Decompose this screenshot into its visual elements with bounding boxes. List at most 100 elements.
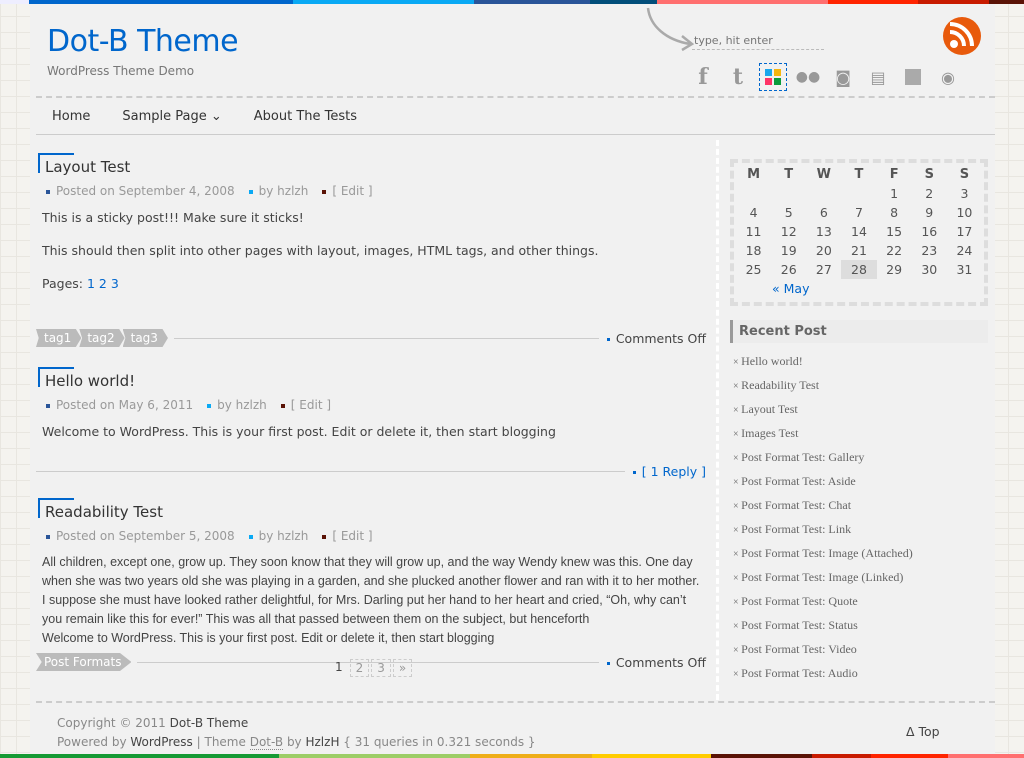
gallery-icon[interactable] [900, 64, 926, 90]
site-link[interactable]: Dot-B Theme [170, 716, 249, 730]
calendar-weekday: S [924, 167, 934, 182]
calendar-day: 3 [960, 186, 969, 201]
site-title[interactable]: Dot-B Theme [47, 24, 239, 59]
calendar-day: 2 [925, 186, 934, 201]
search-input[interactable] [692, 32, 824, 50]
recent-post-link[interactable]: Layout Test [730, 397, 988, 421]
calendar-day: 24 [956, 243, 973, 258]
douban-icon[interactable]: ▤ [865, 64, 891, 90]
post-text: This should then split into other pages … [42, 243, 599, 258]
pagination: 1 2 3 » [330, 659, 413, 677]
calendar-day: 20 [815, 243, 832, 258]
calendar-day [736, 184, 771, 203]
color-segment [278, 754, 470, 758]
calendar-day: 14 [851, 224, 867, 239]
recent-post-link[interactable]: Post Format Test: Gallery [730, 445, 988, 469]
picasa-icon[interactable]: ◉ [935, 64, 961, 90]
post-author[interactable]: by hzlzh [248, 184, 308, 198]
edit-link[interactable]: [ Edit ] [280, 398, 331, 412]
recent-post-link[interactable]: Readability Test [730, 373, 988, 397]
post-footer: [ 1 Reply ] [36, 461, 706, 481]
calendar-day: 22 [886, 243, 903, 258]
wordpress-link[interactable]: WordPress [130, 735, 192, 749]
calendar-day: 31 [956, 262, 973, 277]
recent-post-link[interactable]: Images Test [730, 421, 988, 445]
recent-post-link[interactable]: Hello world! [730, 349, 988, 373]
calendar-prev[interactable]: « May [772, 281, 809, 296]
calendar: M T W T F S S 1 2 3 4 5 6 7 8 9 10 11 12 13 14 15 16 17 18 19 20 21… [730, 159, 988, 306]
flickr-icon[interactable]: ●● [795, 64, 821, 90]
post-author[interactable]: by hzlzh [248, 529, 308, 543]
color-segment [811, 754, 872, 758]
recent-post-link[interactable]: Post Format Test: Aside [730, 469, 988, 493]
post-text: All children, except one, grow up. They … [42, 555, 700, 626]
comments-status: Comments Off [606, 655, 706, 670]
calendar-day: 23 [921, 243, 938, 258]
recent-post-link[interactable]: Post Format Test: Status [730, 613, 988, 637]
windows-icon[interactable] [759, 63, 787, 91]
recent-post-link[interactable]: Post Format Test: Image (Attached) [730, 541, 988, 565]
main-nav: Home Sample Page ⌄ About The Tests [36, 98, 995, 135]
post-date: Posted on September 5, 2008 [46, 529, 235, 543]
back-to-top[interactable]: Δ Top [906, 724, 940, 739]
calendar-day: 19 [780, 243, 797, 258]
calendar-day: 25 [745, 262, 762, 277]
calendar-day: 9 [925, 205, 934, 220]
bottom-color-bar [0, 754, 1024, 758]
calendar-day: 8 [890, 205, 899, 220]
post-author[interactable]: by hzlzh [207, 398, 267, 412]
calendar-day: 29 [886, 262, 903, 277]
post-text: Welcome to WordPress. This is your first… [42, 631, 495, 645]
qzone-icon[interactable]: ◙ [830, 64, 856, 90]
tag[interactable]: tag1 [36, 329, 82, 347]
recent-post-link[interactable]: Post Format Test: Image (Linked) [730, 565, 988, 589]
color-segment [469, 754, 593, 758]
recent-post-link[interactable]: Post Format Test: Chat [730, 493, 988, 517]
theme-link[interactable]: Dot-B [249, 735, 284, 750]
calendar-day: 28 [841, 260, 877, 279]
color-segment [592, 754, 711, 758]
post-title[interactable]: Layout Test [36, 153, 706, 176]
page-link[interactable]: 2 [349, 659, 370, 677]
nav-home[interactable]: Home [36, 109, 106, 124]
post: Layout Test Posted on September 4, 2008 b… [36, 153, 706, 328]
recent-post-link[interactable]: Post Format Test: Link [730, 517, 988, 541]
post-text: Welcome to WordPress. This is your first… [42, 424, 556, 439]
calendar-day: 13 [815, 224, 832, 239]
color-segment [0, 754, 279, 758]
calendar-day: 15 [886, 224, 903, 239]
edit-link[interactable]: [ Edit ] [322, 529, 373, 543]
post-date: Posted on May 6, 2011 [46, 398, 193, 412]
post-title[interactable]: Readability Test [36, 498, 706, 521]
twitter-icon[interactable]: t [725, 64, 751, 90]
nav-about[interactable]: About The Tests [238, 109, 373, 124]
reply-link[interactable]: [ 1 Reply ] [632, 464, 706, 479]
calendar-day: 21 [851, 243, 867, 258]
recent-post-link[interactable]: Post Format Test: Audio [730, 661, 988, 685]
calendar-day: 18 [745, 243, 762, 258]
post-date: Posted on September 4, 2008 [46, 184, 235, 198]
sidebar-divider [716, 140, 719, 700]
tag[interactable]: tag3 [122, 329, 168, 347]
tag[interactable]: tag2 [79, 329, 125, 347]
post-footer: tag1 tag2 tag3 Comments Off [36, 328, 706, 348]
author-link[interactable]: HzlzH [305, 735, 339, 749]
rss-icon[interactable] [936, 12, 988, 58]
facebook-icon[interactable]: f [690, 64, 716, 90]
page-link[interactable]: 3 [371, 659, 391, 677]
edit-link[interactable]: [ Edit ] [322, 184, 373, 198]
post: Readability Test Posted on September 5, … [36, 498, 706, 648]
color-segment [0, 0, 29, 4]
calendar-day: 5 [784, 205, 793, 220]
nav-sample-page[interactable]: Sample Page ⌄ [106, 109, 237, 124]
color-segment [947, 754, 1024, 758]
post-text: This is a sticky post!!! Make sure it st… [42, 210, 304, 225]
page-links: Pages: 1 2 3 [42, 276, 119, 291]
post-title[interactable]: Hello world! [36, 367, 706, 390]
recent-post-link[interactable]: Post Format Test: Quote [730, 589, 988, 613]
page: Dot-B Theme WordPress Theme Demo f t ●● … [30, 4, 995, 754]
tag[interactable]: Post Formats [36, 653, 132, 671]
calendar-day: 30 [921, 262, 938, 277]
recent-post-link[interactable]: Post Format Test: Video [730, 637, 988, 661]
next-page[interactable]: » [392, 659, 413, 677]
